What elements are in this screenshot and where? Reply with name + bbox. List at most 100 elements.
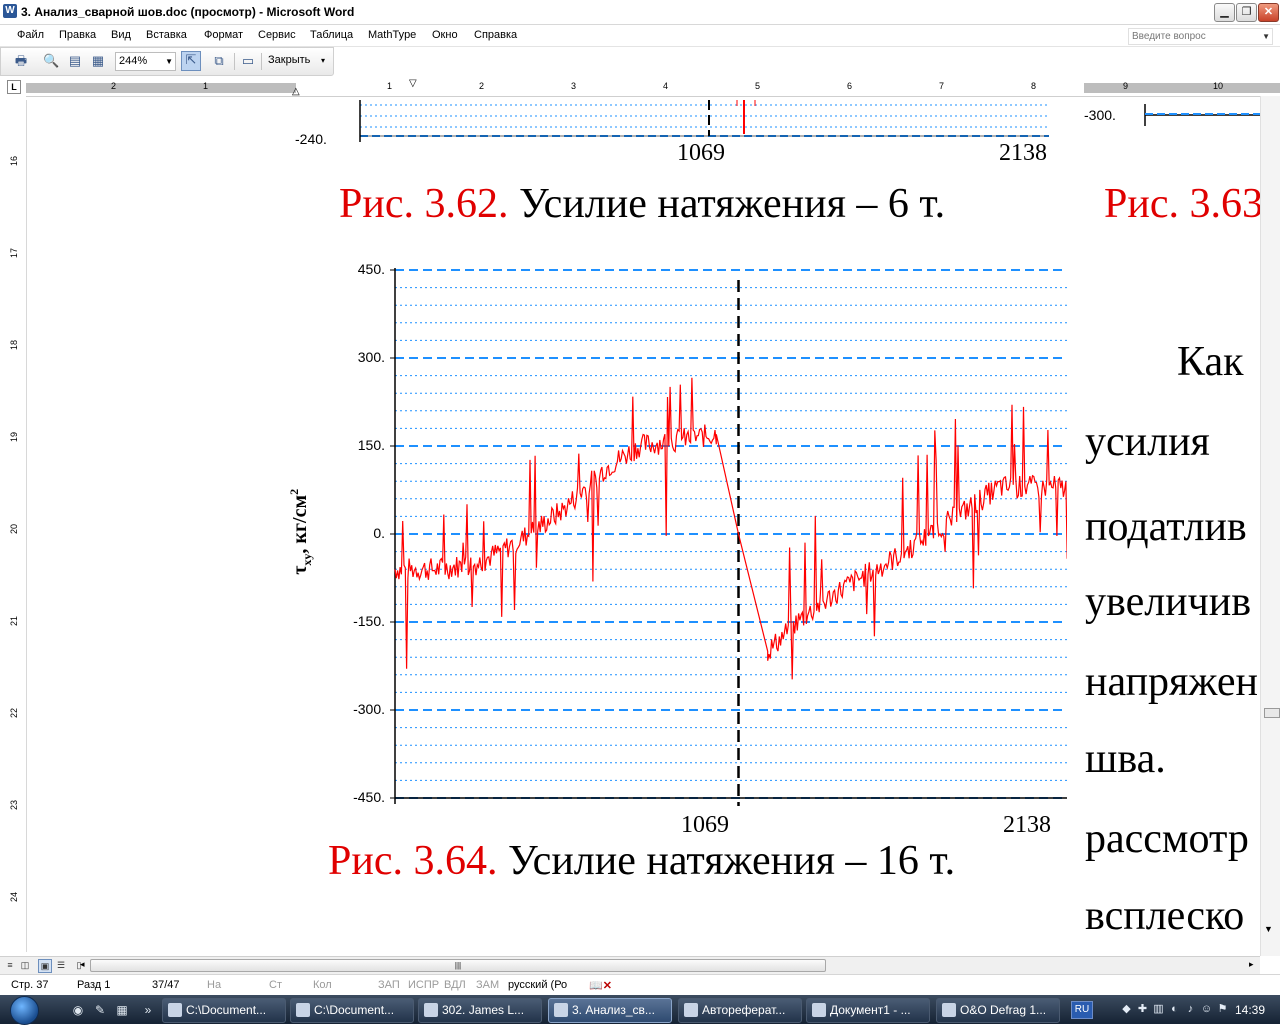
taskbar-item[interactable]: O&O Defrag 1...	[936, 998, 1060, 1023]
quick-launch-icon[interactable]: ◉	[70, 1002, 86, 1018]
x-tick-2138: 2138	[1003, 812, 1051, 838]
caption-text: Усилие натяжения – 6 т.	[508, 181, 946, 227]
body-text-line: всплеско	[1085, 893, 1245, 939]
status-trk[interactable]: ИСПР	[408, 979, 439, 991]
start-button[interactable]	[4, 995, 44, 1025]
web-view-icon[interactable]: ◫	[19, 959, 31, 971]
taskbar-item[interactable]: 302. James L...	[418, 998, 542, 1023]
y-tick-label: -450.	[353, 789, 385, 805]
restore-button[interactable]: ❐	[1236, 3, 1257, 22]
tray-app-icon[interactable]: ✚	[1136, 1003, 1149, 1016]
menu-view[interactable]: Вид	[111, 29, 131, 41]
toolbar-separator	[261, 53, 262, 70]
top-chart-x-tick: 1069	[677, 140, 725, 166]
horizontal-scrollbar[interactable]: ≡ ◫ ▣ ☰ ▯ ◂ ||| ▸	[0, 956, 1260, 974]
ruler-number: 5	[755, 81, 761, 91]
scroll-down-icon[interactable]: ▼	[1264, 924, 1273, 934]
scroll-right-icon[interactable]: ▸	[1249, 959, 1254, 970]
status-pages: 37/47	[152, 979, 180, 991]
status-ext[interactable]: ВДЛ	[444, 979, 466, 991]
taskbar-item[interactable]: Автореферат...	[678, 998, 802, 1023]
tray-shield-icon[interactable]: ◆	[1120, 1003, 1133, 1016]
menu-insert[interactable]: Вставка	[146, 29, 187, 41]
taskbar: ◉ ✎ ▦ » C:\Document... C:\Document... 30…	[0, 995, 1280, 1025]
top-chart-partial	[359, 100, 1049, 142]
body-text-line: увеличив	[1085, 579, 1252, 625]
y-tick-label: 300.	[357, 349, 385, 365]
ask-dropdown-icon[interactable]: ▼	[1262, 29, 1270, 44]
ruler-number: 8	[1031, 81, 1037, 91]
taskbar-item-active[interactable]: 3. Анализ_св...	[548, 998, 672, 1023]
document-page[interactable]: -240. 1069 2138 -300. Рис. 3.62. Усилие …	[27, 100, 1260, 952]
first-line-indent-marker[interactable]: ▽	[409, 78, 417, 89]
quick-launch-icon[interactable]: ▦	[114, 1002, 130, 1018]
tray-misc-icon[interactable]: ⚑	[1216, 1003, 1229, 1016]
horizontal-scroll-thumb[interactable]: |||	[90, 959, 826, 972]
body-text-line: рассмотр	[1085, 816, 1249, 862]
multiple-pages-icon[interactable]: ▦	[90, 53, 106, 69]
tray-volume-icon[interactable]: ♪	[1184, 1003, 1197, 1016]
full-screen-icon[interactable]: ▭	[240, 53, 256, 69]
vertical-scrollbar[interactable]: ▼	[1260, 96, 1280, 956]
zoom-dropdown-icon: ▼	[165, 57, 173, 66]
ask-question-input[interactable]: Введите вопрос ▼	[1128, 28, 1273, 45]
one-page-icon[interactable]: ▤	[67, 53, 83, 69]
language-indicator[interactable]: RU	[1071, 1001, 1093, 1019]
menu-window[interactable]: Окно	[432, 29, 458, 41]
taskbar-item[interactable]: Документ1 - ...	[806, 998, 930, 1023]
ruler-number: 3	[571, 81, 577, 91]
close-window-button[interactable]: ✕	[1258, 3, 1279, 22]
tray-network-icon[interactable]: ▥	[1152, 1003, 1165, 1016]
horizontal-ruler[interactable]: 2 1 1 2 3 4 5 6 7 8 9 10 ▽ △	[26, 78, 1280, 97]
tray-connect-icon[interactable]: ◐	[1168, 1003, 1181, 1016]
word-document-icon	[812, 1003, 826, 1017]
ruler-number: 19	[9, 432, 19, 443]
quick-launch-icon[interactable]: ✎	[92, 1002, 108, 1018]
left-indent-marker[interactable]: △	[292, 86, 300, 97]
minimize-button[interactable]: ▁	[1214, 3, 1235, 22]
y-tick-label: 0.	[373, 525, 385, 541]
word-document-icon	[684, 1003, 698, 1017]
series-line	[394, 377, 1067, 680]
outline-view-icon[interactable]: ☰	[55, 959, 67, 971]
taskbar-item[interactable]: C:\Document...	[162, 998, 286, 1023]
magnifier-toggle-icon[interactable]: ⇱	[181, 51, 201, 71]
quick-launch-more-icon[interactable]: »	[140, 1002, 156, 1018]
windows-logo-icon	[10, 996, 39, 1025]
ruler-number: 17	[9, 248, 19, 259]
shrink-to-fit-icon[interactable]: ⧉	[211, 53, 227, 69]
vertical-ruler[interactable]: 16 17 18 19 20 21 22 23 24	[0, 100, 27, 952]
figure-caption-3-64: Рис. 3.64. Усилие натяжения – 16 т.	[328, 837, 955, 885]
menu-edit[interactable]: Правка	[59, 29, 96, 41]
toolbar-options-icon[interactable]: ▾	[321, 56, 325, 65]
menu-tools[interactable]: Сервис	[258, 29, 296, 41]
close-preview-button[interactable]: Закрыть	[268, 54, 310, 66]
status-rec[interactable]: ЗАП	[378, 979, 400, 991]
status-col: Кол	[313, 979, 332, 991]
menu-format[interactable]: Формат	[204, 29, 243, 41]
spelling-status-icon[interactable]: 📖✕	[589, 979, 612, 992]
word-app-icon[interactable]: W	[3, 4, 17, 18]
tab-selector[interactable]: L	[7, 80, 21, 94]
scroll-left-icon[interactable]: ◂	[80, 959, 85, 970]
menu-table[interactable]: Таблица	[310, 29, 353, 41]
print-layout-view-icon[interactable]: ▣	[38, 959, 52, 973]
body-text-line: напряжен	[1085, 659, 1258, 705]
menu-file[interactable]: Файл	[17, 29, 44, 41]
magnifier-icon[interactable]: 🔍	[43, 53, 59, 69]
print-icon[interactable]: 🖶	[13, 53, 29, 69]
vertical-scroll-thumb[interactable]	[1264, 708, 1280, 718]
caption-number: Рис. 3.64.	[328, 838, 498, 884]
status-line: Ст	[269, 979, 282, 991]
menu-mathtype[interactable]: MathType	[368, 29, 416, 41]
tray-accessibility-icon[interactable]: ☺	[1200, 1003, 1213, 1016]
taskbar-item[interactable]: C:\Document...	[290, 998, 414, 1023]
normal-view-icon[interactable]: ≡	[4, 959, 16, 971]
print-preview-toolbar: 🖶 🔍 ▤ ▦ 244% ▼ ⇱ ⧉ ▭ Закрыть ▾	[0, 47, 334, 76]
menu-help[interactable]: Справка	[474, 29, 517, 41]
top-right-chart-y-tick: -300.	[1084, 107, 1116, 123]
status-ovr[interactable]: ЗАМ	[476, 979, 499, 991]
figure-caption-3-62: Рис. 3.62. Усилие натяжения – 6 т.	[339, 180, 945, 228]
zoom-select[interactable]: 244% ▼	[115, 52, 176, 71]
status-language[interactable]: русский (Ро	[508, 979, 567, 991]
